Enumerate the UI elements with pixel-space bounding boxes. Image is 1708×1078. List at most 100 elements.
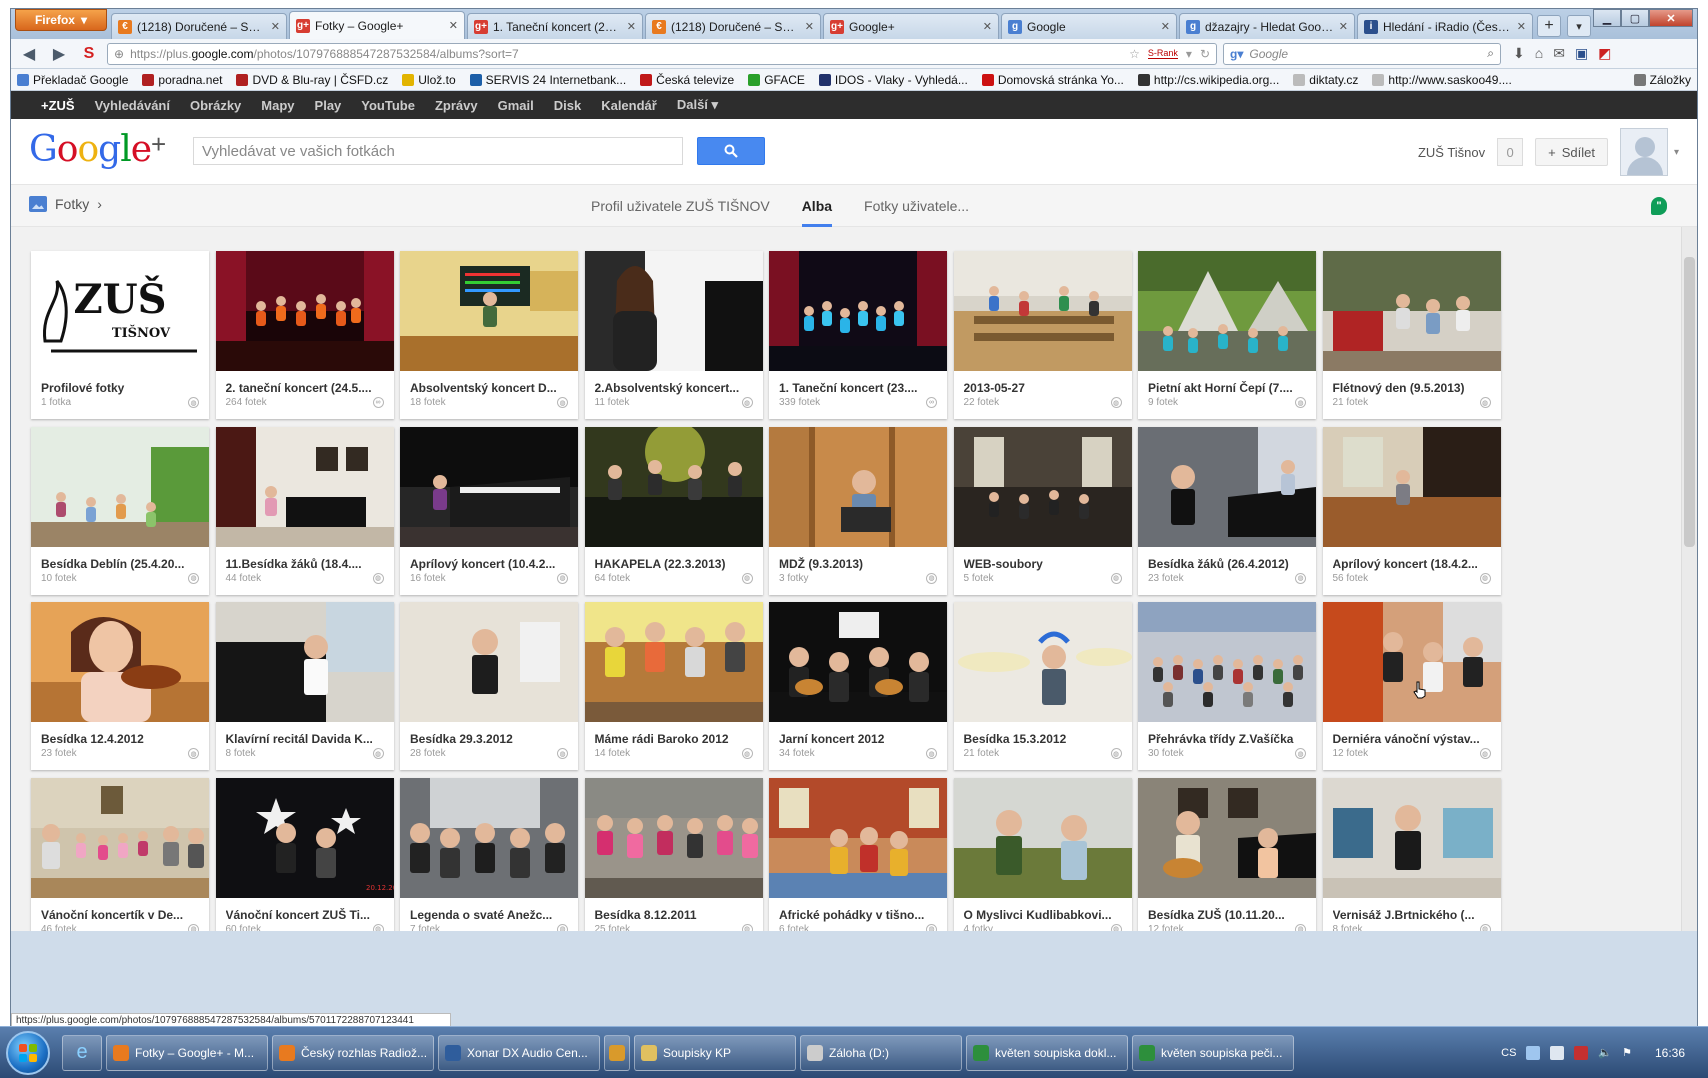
- album-card[interactable]: Besídka 12.4.2012 23 fotek ◍: [31, 602, 209, 770]
- album-title[interactable]: Besídka 29.3.2012: [410, 732, 568, 746]
- album-title[interactable]: Vánoční koncertík v De...: [41, 908, 199, 922]
- album-cover-image[interactable]: [215, 251, 394, 371]
- gbar-link[interactable]: Zprávy: [435, 98, 478, 113]
- browser-tab[interactable]: g+ Google+ ✕: [823, 13, 999, 39]
- album-card[interactable]: Přehrávka třídy Z.Vašíčka 30 fotek ◍: [1138, 602, 1316, 770]
- album-title[interactable]: Absolventský koncert D...: [410, 381, 568, 395]
- cz-flag-icon[interactable]: ◩: [1598, 45, 1611, 62]
- album-card[interactable]: O Myslivci Kudlibabkovi... 4 fotky ◍: [953, 777, 1132, 931]
- album-card[interactable]: Absolventský koncert D... 18 fotek ◍: [400, 251, 578, 419]
- album-title[interactable]: HAKAPELA (22.3.2013): [595, 557, 753, 571]
- address-bar[interactable]: ⊕ https://plus.google.com/photos/1079768…: [107, 42, 1217, 65]
- close-tab-icon[interactable]: ✕: [1517, 20, 1526, 33]
- browser-tab[interactable]: i Hledání - iRadio (Česk... ✕: [1357, 13, 1533, 39]
- album-card[interactable]: Legenda o svaté Anežc... 7 fotek ◍: [400, 777, 578, 931]
- taskbar-task[interactable]: květen soupiska peči...: [1132, 1034, 1294, 1071]
- google-plus-logo[interactable]: Google+: [29, 129, 166, 170]
- search-button[interactable]: [697, 137, 765, 165]
- album-card[interactable]: Aprílový koncert (10.4.2... 16 fotek ◍: [400, 426, 578, 595]
- album-card[interactable]: HAKAPELA (22.3.2013) 64 fotek ◍: [584, 426, 763, 595]
- volume-icon[interactable]: 🔈: [1598, 1046, 1612, 1059]
- home-icon[interactable]: ⌂: [1535, 45, 1543, 62]
- taskbar-task[interactable]: Xonar DX Audio Cen...: [438, 1034, 600, 1071]
- album-cover-image[interactable]: [1138, 777, 1316, 898]
- album-title[interactable]: Derniéra vánoční výstav...: [1333, 732, 1491, 746]
- ie-pinned-icon[interactable]: e: [62, 1034, 102, 1071]
- album-card[interactable]: WEB-soubory 5 fotek ◍: [953, 426, 1132, 595]
- album-title[interactable]: Máme rádi Baroko 2012: [595, 732, 753, 746]
- taskbar-task[interactable]: květen soupiska dokl...: [966, 1034, 1128, 1071]
- shield-tray-icon[interactable]: [1574, 1045, 1589, 1060]
- album-cover-image[interactable]: [400, 777, 578, 898]
- browser-search-box[interactable]: g▾ Google ⌕: [1223, 42, 1501, 65]
- mail-icon[interactable]: ✉: [1553, 45, 1565, 62]
- album-title[interactable]: 2. taneční koncert (24.5....: [226, 381, 384, 395]
- share-button[interactable]: + Sdílet: [1535, 138, 1608, 166]
- album-cover-image[interactable]: [215, 426, 394, 547]
- album-card[interactable]: Besídka 15.3.2012 21 fotek ◍: [953, 602, 1132, 770]
- bookmark-item[interactable]: Česká televize: [640, 73, 734, 87]
- album-cover-image[interactable]: [584, 426, 763, 547]
- album-title[interactable]: Profilové fotky: [41, 381, 199, 395]
- album-title[interactable]: Vernisáž J.Brtnického (...: [1333, 908, 1491, 922]
- album-title[interactable]: 11.Besídka žáků (18.4....: [226, 557, 384, 571]
- album-cover-image[interactable]: ZUŠ TIŠNOV: [31, 251, 209, 371]
- album-card[interactable]: Besídka žáků (26.4.2012) 23 fotek ◍: [1138, 426, 1316, 595]
- album-card[interactable]: Besídka Deblín (25.4.20... 10 fotek ◍: [31, 426, 209, 595]
- album-cover-image[interactable]: [953, 426, 1132, 547]
- browser-tab[interactable]: g+ Fotky – Google+ ✕: [289, 11, 465, 39]
- bookmark-item[interactable]: GFACE: [748, 73, 805, 87]
- album-cover-image[interactable]: [1322, 602, 1501, 722]
- album-title[interactable]: Jarní koncert 2012: [779, 732, 937, 746]
- bookmark-item[interactable]: diktaty.cz: [1293, 73, 1358, 87]
- bookmark-item[interactable]: SERVIS 24 Internetbank...: [469, 73, 626, 87]
- album-title[interactable]: Klavírní recitál Davida K...: [226, 732, 384, 746]
- close-tab-icon[interactable]: ✕: [271, 20, 280, 33]
- album-title[interactable]: 2.Absolventský koncert...: [595, 381, 753, 395]
- browser-tab[interactable]: g+ 1. Taneční koncert (23.... ✕: [467, 13, 643, 39]
- firefox-menu-button[interactable]: Firefox ▾: [15, 9, 107, 31]
- album-title[interactable]: Pietní akt Horní Čepí (7....: [1148, 381, 1306, 395]
- new-tab-button[interactable]: +: [1537, 15, 1561, 37]
- album-title[interactable]: Flétnový den (9.5.2013): [1333, 381, 1491, 395]
- album-card[interactable]: Vernisáž J.Brtnického (... 8 fotek ◍: [1322, 777, 1501, 931]
- album-card[interactable]: 2.Absolventský koncert... 11 fotek ◍: [584, 251, 763, 419]
- album-title[interactable]: Vánoční koncert ZUŠ Ti...: [226, 908, 384, 922]
- notification-count[interactable]: 0: [1497, 138, 1524, 166]
- photos-search-input[interactable]: Vyhledávat ve vašich fotkách: [193, 137, 683, 165]
- language-indicator[interactable]: CS: [1501, 1047, 1516, 1059]
- album-cover-image[interactable]: [584, 251, 763, 371]
- album-title[interactable]: Africké pohádky v tišno...: [779, 908, 937, 922]
- album-card[interactable]: 2. taneční koncert (24.5.... 264 fotek ∞: [215, 251, 394, 419]
- album-title[interactable]: Besídka 12.4.2012: [41, 732, 199, 746]
- gbar-link[interactable]: Vyhledávání: [95, 98, 170, 113]
- taskbar-task[interactable]: Český rozhlas Radiož...: [272, 1034, 434, 1071]
- album-card[interactable]: 20.12.2011 Vánoční koncert ZUŠ Ti...60 fo…: [215, 777, 394, 931]
- album-cover-image[interactable]: [584, 602, 763, 722]
- browser-tab[interactable]: € (1218) Doručené – Sezn... ✕: [645, 13, 821, 39]
- album-title[interactable]: Besídka 15.3.2012: [964, 732, 1122, 746]
- album-cover-image[interactable]: [215, 602, 394, 722]
- album-card[interactable]: ZUŠ TIŠNOV Profilové fotky 1 fotka ◍: [31, 251, 209, 419]
- album-cover-image[interactable]: [953, 251, 1132, 371]
- album-title[interactable]: 2013-05-27: [964, 381, 1122, 395]
- gbar-link[interactable]: Další ▾: [677, 97, 718, 113]
- album-card[interactable]: 2013-05-27 22 fotek ◍: [953, 251, 1132, 419]
- maximize-button[interactable]: ▢: [1621, 9, 1649, 27]
- album-cover-image[interactable]: [400, 602, 578, 722]
- start-button[interactable]: [6, 1030, 50, 1075]
- album-cover-image[interactable]: [769, 602, 947, 722]
- bookmark-item[interactable]: poradna.net: [142, 73, 222, 87]
- taskbar-task[interactable]: Soupisky KP: [634, 1034, 796, 1071]
- history-dropdown-icon[interactable]: ▾: [1186, 47, 1192, 61]
- album-card[interactable]: 1. Taneční koncert (23.... 339 fotek ∞: [769, 251, 947, 419]
- album-card[interactable]: Jarní koncert 2012 34 fotek ◍: [769, 602, 947, 770]
- bookmark-item[interactable]: http://cs.wikipedia.org...: [1137, 73, 1279, 87]
- album-card[interactable]: Flétnový den (9.5.2013) 21 fotek ◍: [1322, 251, 1501, 419]
- album-card[interactable]: Derniéra vánoční výstav... 12 fotek ◍: [1322, 602, 1501, 770]
- uk-flag-icon[interactable]: ▣: [1575, 45, 1588, 62]
- gbar-link[interactable]: Mapy: [261, 98, 294, 113]
- album-cover-image[interactable]: [953, 602, 1132, 722]
- bookmark-star-icon[interactable]: ☆: [1129, 47, 1140, 61]
- gbar-link[interactable]: Disk: [554, 98, 581, 113]
